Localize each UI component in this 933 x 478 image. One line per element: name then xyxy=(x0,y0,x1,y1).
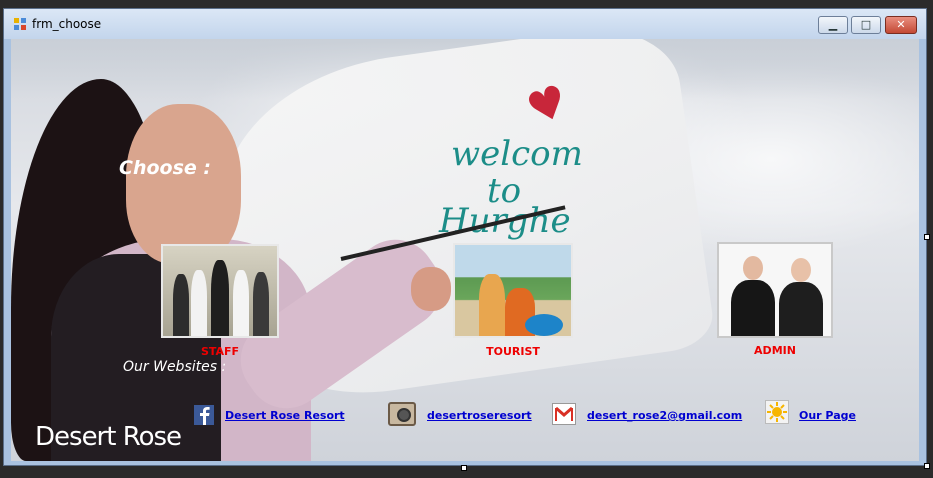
admin-caption[interactable]: ADMIN xyxy=(717,344,833,357)
tourist-caption[interactable]: TOURIST xyxy=(453,345,573,358)
background-person-face xyxy=(126,104,241,264)
staff-person xyxy=(233,270,249,336)
window-title: frm_choose xyxy=(32,17,102,31)
admin-picture[interactable] xyxy=(717,242,833,338)
app-window: frm_choose ▁ □ ✕ ♥ welcom to Hurghe Choo… xyxy=(3,8,927,466)
staff-person xyxy=(191,270,207,336)
facebook-icon[interactable] xyxy=(194,405,214,425)
gmail-link[interactable]: desert_rose2@gmail.com xyxy=(587,409,742,422)
tourist-float xyxy=(525,314,563,336)
resize-handle[interactable] xyxy=(924,234,930,240)
sun-icon[interactable] xyxy=(765,400,789,424)
admin-person xyxy=(731,280,775,336)
painted-text-line: welcom xyxy=(451,134,583,174)
title-bar[interactable]: frm_choose ▁ □ ✕ xyxy=(4,9,926,39)
resize-handle[interactable] xyxy=(461,465,467,471)
staff-picture[interactable] xyxy=(161,244,279,338)
choose-label: Choose : xyxy=(119,157,211,179)
instagram-icon[interactable] xyxy=(388,402,416,426)
admin-person-head xyxy=(743,256,763,280)
desert-rose-logo: Desert Rose xyxy=(35,422,182,452)
admin-person xyxy=(779,282,823,336)
websites-label: Our Websites : xyxy=(123,359,227,375)
our-page-link[interactable]: Our Page xyxy=(799,409,856,422)
staff-person xyxy=(211,260,229,336)
admin-person-head xyxy=(791,258,811,282)
staff-person xyxy=(173,274,189,336)
form-client-area: ♥ welcom to Hurghe Choose : STAFF TOURIS… xyxy=(11,39,919,461)
tourist-picture[interactable] xyxy=(453,243,573,338)
gmail-icon[interactable] xyxy=(552,403,576,425)
staff-caption[interactable]: STAFF xyxy=(161,345,279,358)
staff-person xyxy=(253,272,269,336)
facebook-link[interactable]: Desert Rose Resort xyxy=(225,409,345,422)
close-button[interactable]: ✕ xyxy=(885,16,917,34)
minimize-button[interactable]: ▁ xyxy=(818,16,848,34)
resize-handle[interactable] xyxy=(924,463,930,469)
app-icon xyxy=(14,18,26,30)
background-person-hand xyxy=(411,267,451,311)
maximize-button[interactable]: □ xyxy=(851,16,881,34)
instagram-link[interactable]: desertroseresort xyxy=(427,409,532,422)
tourist-child xyxy=(479,274,505,336)
